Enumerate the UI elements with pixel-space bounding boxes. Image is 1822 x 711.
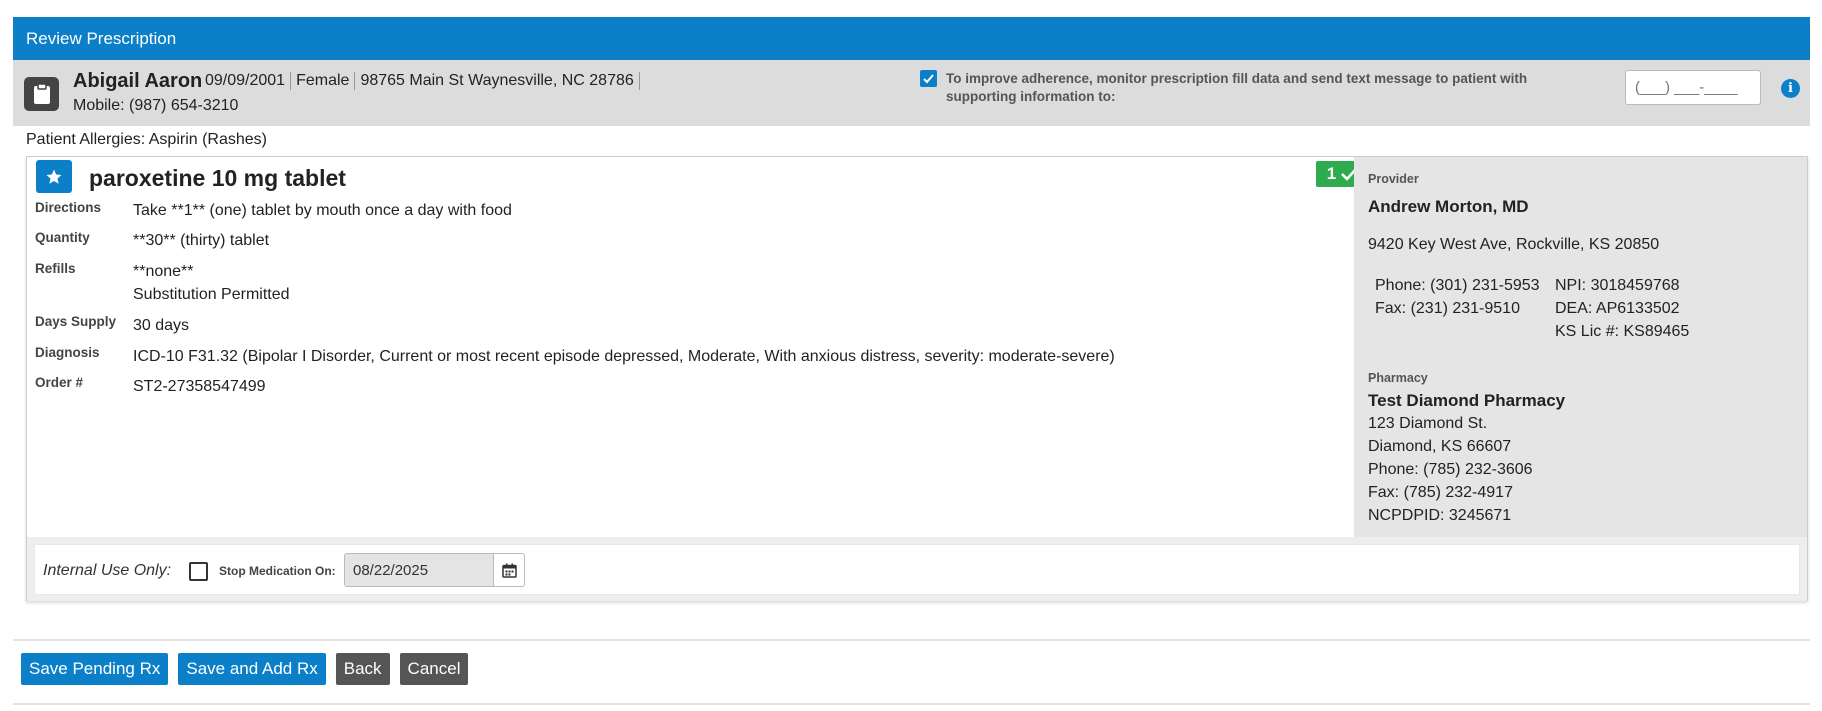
internal-use-section: Internal Use Only: Stop Medication On: [27,537,1807,601]
patient-allergies: Patient Allergies: Aspirin (Rashes) [26,131,267,148]
pharmacy-phone: Phone: (785) 232-3606 [1368,461,1533,478]
patient-name: Abigail Aaron [73,70,203,92]
pharmacy-name: Test Diamond Pharmacy [1368,391,1566,410]
order-number-value: ST2-27358547499 [133,378,266,395]
diagnosis-label: Diagnosis [35,345,100,360]
favorite-star-button[interactable] [36,160,72,193]
action-buttons: Save Pending Rx Save and Add Rx Back Can… [21,653,469,685]
internal-use-bar: Internal Use Only: Stop Medication On: [34,544,1800,595]
internal-use-label: Internal Use Only: [43,562,172,579]
pharmacy-ncpdpid: NCPDPID: 3245671 [1368,507,1512,524]
refills-label: Refills [35,261,76,276]
dialog-title: Review Prescription [13,17,1810,60]
rx-count: 1 [1326,164,1337,183]
patient-mobile: Mobile: (987) 654-3210 [73,97,239,114]
substitution-value: Substitution Permitted [133,286,290,303]
pharmacy-street: 123 Diamond St. [1368,415,1488,432]
patient-dob: 09/09/2001 [205,72,292,90]
stop-medication-date-input[interactable] [344,553,494,587]
clipboard-icon [24,77,59,111]
provider-dea: DEA: AP6133502 [1555,300,1680,317]
quantity-label: Quantity [35,230,90,245]
directions-value: Take **1** (one) tablet by mouth once a … [133,202,512,219]
patient-sex: Female [291,72,356,90]
save-and-add-rx-button[interactable]: Save and Add Rx [178,653,326,685]
prescription-details: paroxetine 10 mg tablet Directions Take … [27,157,1354,537]
patient-header: Abigail Aaron 09/09/2001 Female 98765 Ma… [13,60,1810,126]
diagnosis-value: ICD-10 F31.32 (Bipolar I Disorder, Curre… [133,348,1115,365]
pharmacy-fax: Fax: (785) 232-4917 [1368,484,1513,501]
adherence-label: To improve adherence, monitor prescripti… [946,71,1528,104]
order-number-label: Order # [35,375,84,390]
pharmacy-details: Test Diamond Pharmacy 123 Diamond St. Di… [1368,389,1565,527]
patient-address: 98765 Main St Waynesville, NC 28786 [355,72,640,90]
save-pending-rx-button[interactable]: Save Pending Rx [21,653,169,685]
prescription-card: paroxetine 10 mg tablet Directions Take … [26,156,1808,601]
grid-spacer [1375,322,1555,341]
provider-npi: NPI: 3018459768 [1555,277,1680,294]
provider-pharmacy-panel: Provider Andrew Morton, MD 9420 Key West… [1354,157,1807,537]
provider-label: Provider [1368,172,1419,186]
back-button[interactable]: Back [335,653,390,685]
provider-phone: Phone: (301) 231-5953 [1375,277,1540,294]
checkmark-icon [923,74,934,84]
pharmacy-city: Diamond, KS 66607 [1368,438,1512,455]
drug-name: paroxetine 10 mg tablet [89,165,346,191]
calendar-button[interactable] [494,553,525,587]
review-prescription-dialog: Review Prescription Abigail Aaron 09/09/… [13,17,1810,705]
adherence-phone-input[interactable] [1625,70,1761,105]
stop-medication-label: Stop Medication On: [219,564,336,578]
cancel-button[interactable]: Cancel [399,653,469,685]
info-icon[interactable]: i [1781,79,1800,98]
calendar-icon [501,563,517,578]
pharmacy-label: Pharmacy [1368,371,1428,385]
refills-value: **none** [133,263,194,280]
provider-contact-grid: Phone: (301) 231-5953 NPI: 3018459768 Fa… [1375,276,1755,341]
footer-divider [13,639,1810,641]
days-supply-label: Days Supply [35,314,117,329]
star-icon [46,169,62,184]
days-supply-value: 30 days [133,317,190,334]
provider-license: KS Lic #: KS89465 [1555,323,1690,340]
provider-fax: Fax: (231) 231-9510 [1375,300,1520,317]
provider-name: Andrew Morton, MD [1368,197,1529,216]
patient-demographics: 09/09/2001 Female 98765 Main St Waynesvi… [205,72,640,90]
quantity-value: **30** (thirty) tablet [133,232,270,249]
provider-address: 9420 Key West Ave, Rockville, KS 20850 [1368,236,1660,253]
directions-label: Directions [35,200,102,215]
internal-use-checkbox[interactable] [189,562,208,581]
bottom-divider [13,703,1810,705]
adherence-checkbox[interactable] [920,70,937,87]
